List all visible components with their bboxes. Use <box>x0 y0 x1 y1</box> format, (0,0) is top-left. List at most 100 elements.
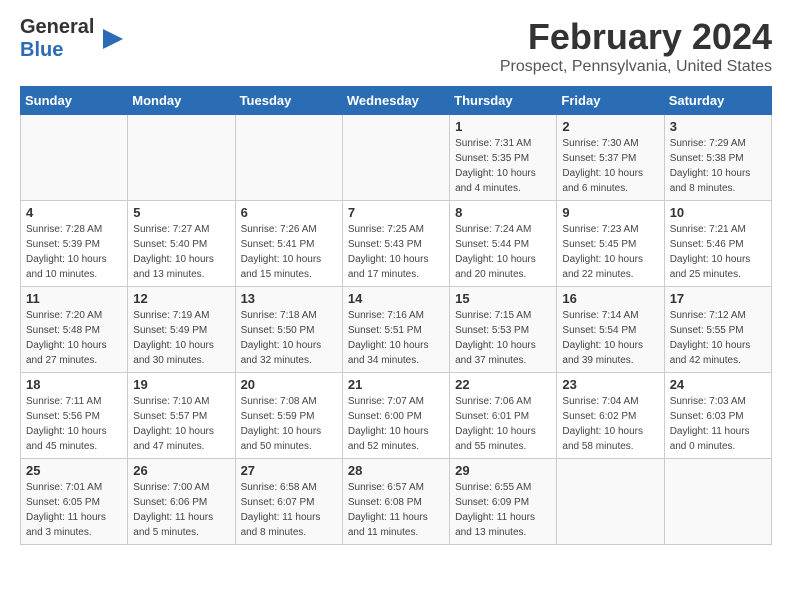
day-info: Sunrise: 7:07 AM Sunset: 6:00 PM Dayligh… <box>348 394 444 454</box>
day-number: 4 <box>26 205 122 220</box>
day-number: 28 <box>348 463 444 478</box>
day-number: 22 <box>455 377 551 392</box>
calendar-cell: 4 Sunrise: 7:28 AM Sunset: 5:39 PM Daylig… <box>21 201 128 287</box>
calendar-cell: 8 Sunrise: 7:24 AM Sunset: 5:44 PM Daylig… <box>450 201 557 287</box>
calendar-cell <box>664 459 771 545</box>
day-number: 18 <box>26 377 122 392</box>
day-number: 11 <box>26 291 122 306</box>
day-info: Sunrise: 7:30 AM Sunset: 5:37 PM Dayligh… <box>562 136 658 196</box>
day-number: 3 <box>670 119 766 134</box>
calendar-cell: 14 Sunrise: 7:16 AM Sunset: 5:51 PM Dayli… <box>342 287 449 373</box>
day-info: Sunrise: 7:10 AM Sunset: 5:57 PM Dayligh… <box>133 394 229 454</box>
page-title: February 2024 <box>500 16 772 58</box>
weekday-header-sunday: Sunday <box>21 87 128 115</box>
calendar-cell: 10 Sunrise: 7:21 AM Sunset: 5:46 PM Dayli… <box>664 201 771 287</box>
day-number: 20 <box>241 377 337 392</box>
day-number: 26 <box>133 463 229 478</box>
calendar-cell <box>21 115 128 201</box>
day-info: Sunrise: 7:12 AM Sunset: 5:55 PM Dayligh… <box>670 308 766 368</box>
weekday-header-tuesday: Tuesday <box>235 87 342 115</box>
calendar-week-1: 1Sunrise: 7:31 AM Sunset: 5:35 PM Daylig… <box>21 115 772 201</box>
calendar-cell: 19 Sunrise: 7:10 AM Sunset: 5:57 PM Dayli… <box>128 373 235 459</box>
calendar-week-5: 25 Sunrise: 7:01 AM Sunset: 6:05 PM Dayli… <box>21 459 772 545</box>
day-number: 14 <box>348 291 444 306</box>
calendar-cell: 28 Sunrise: 6:57 AM Sunset: 6:08 PM Dayli… <box>342 459 449 545</box>
day-info: Sunrise: 7:20 AM Sunset: 5:48 PM Dayligh… <box>26 308 122 368</box>
title-area: February 2024 Prospect, Pennsylvania, Un… <box>500 16 772 76</box>
day-number: 9 <box>562 205 658 220</box>
day-info: Sunrise: 7:18 AM Sunset: 5:50 PM Dayligh… <box>241 308 337 368</box>
day-info: Sunrise: 7:15 AM Sunset: 5:53 PM Dayligh… <box>455 308 551 368</box>
day-info: Sunrise: 7:23 AM Sunset: 5:45 PM Dayligh… <box>562 222 658 282</box>
day-info: Sunrise: 6:57 AM Sunset: 6:08 PM Dayligh… <box>348 480 444 540</box>
calendar-cell: 25 Sunrise: 7:01 AM Sunset: 6:05 PM Dayli… <box>21 459 128 545</box>
calendar-cell: 5 Sunrise: 7:27 AM Sunset: 5:40 PM Daylig… <box>128 201 235 287</box>
weekday-header-saturday: Saturday <box>664 87 771 115</box>
day-number: 16 <box>562 291 658 306</box>
day-number: 1 <box>455 119 551 134</box>
calendar-cell: 9 Sunrise: 7:23 AM Sunset: 5:45 PM Daylig… <box>557 201 664 287</box>
calendar-cell: 16 Sunrise: 7:14 AM Sunset: 5:54 PM Dayli… <box>557 287 664 373</box>
day-number: 23 <box>562 377 658 392</box>
day-number: 19 <box>133 377 229 392</box>
calendar-week-3: 11 Sunrise: 7:20 AM Sunset: 5:48 PM Dayli… <box>21 287 772 373</box>
weekday-header-wednesday: Wednesday <box>342 87 449 115</box>
calendar-week-2: 4 Sunrise: 7:28 AM Sunset: 5:39 PM Daylig… <box>21 201 772 287</box>
day-info: Sunrise: 7:16 AM Sunset: 5:51 PM Dayligh… <box>348 308 444 368</box>
calendar-cell: 23 Sunrise: 7:04 AM Sunset: 6:02 PM Dayli… <box>557 373 664 459</box>
calendar-cell: 20 Sunrise: 7:08 AM Sunset: 5:59 PM Dayli… <box>235 373 342 459</box>
day-number: 10 <box>670 205 766 220</box>
weekday-header-monday: Monday <box>128 87 235 115</box>
day-info: Sunrise: 6:55 AM Sunset: 6:09 PM Dayligh… <box>455 480 551 540</box>
day-info: Sunrise: 7:11 AM Sunset: 5:56 PM Dayligh… <box>26 394 122 454</box>
day-number: 12 <box>133 291 229 306</box>
calendar-cell <box>235 115 342 201</box>
day-info: Sunrise: 7:26 AM Sunset: 5:41 PM Dayligh… <box>241 222 337 282</box>
calendar-cell: 7 Sunrise: 7:25 AM Sunset: 5:43 PM Daylig… <box>342 201 449 287</box>
day-number: 7 <box>348 205 444 220</box>
calendar-cell: 1Sunrise: 7:31 AM Sunset: 5:35 PM Daylig… <box>450 115 557 201</box>
calendar-cell <box>128 115 235 201</box>
page-subtitle: Prospect, Pennsylvania, United States <box>500 58 772 76</box>
calendar-cell: 3Sunrise: 7:29 AM Sunset: 5:38 PM Daylig… <box>664 115 771 201</box>
calendar-cell: 22 Sunrise: 7:06 AM Sunset: 6:01 PM Dayli… <box>450 373 557 459</box>
day-info: Sunrise: 7:08 AM Sunset: 5:59 PM Dayligh… <box>241 394 337 454</box>
calendar-cell <box>557 459 664 545</box>
calendar-cell: 21 Sunrise: 7:07 AM Sunset: 6:00 PM Dayli… <box>342 373 449 459</box>
calendar-cell: 26 Sunrise: 7:00 AM Sunset: 6:06 PM Dayli… <box>128 459 235 545</box>
calendar-header: SundayMondayTuesdayWednesdayThursdayFrid… <box>21 87 772 115</box>
weekday-header-friday: Friday <box>557 87 664 115</box>
day-info: Sunrise: 7:19 AM Sunset: 5:49 PM Dayligh… <box>133 308 229 368</box>
day-info: Sunrise: 7:06 AM Sunset: 6:01 PM Dayligh… <box>455 394 551 454</box>
day-info: Sunrise: 7:28 AM Sunset: 5:39 PM Dayligh… <box>26 222 122 282</box>
day-info: Sunrise: 7:21 AM Sunset: 5:46 PM Dayligh… <box>670 222 766 282</box>
day-info: Sunrise: 7:00 AM Sunset: 6:06 PM Dayligh… <box>133 480 229 540</box>
day-info: Sunrise: 7:04 AM Sunset: 6:02 PM Dayligh… <box>562 394 658 454</box>
calendar-table: SundayMondayTuesdayWednesdayThursdayFrid… <box>20 86 772 545</box>
day-info: Sunrise: 7:25 AM Sunset: 5:43 PM Dayligh… <box>348 222 444 282</box>
calendar-cell: 15Sunrise: 7:15 AM Sunset: 5:53 PM Dayli… <box>450 287 557 373</box>
day-info: Sunrise: 7:27 AM Sunset: 5:40 PM Dayligh… <box>133 222 229 282</box>
logo: General Blue <box>20 16 128 62</box>
calendar-cell: 12 Sunrise: 7:19 AM Sunset: 5:49 PM Dayli… <box>128 287 235 373</box>
calendar-body: 1Sunrise: 7:31 AM Sunset: 5:35 PM Daylig… <box>21 115 772 545</box>
calendar-cell: 29 Sunrise: 6:55 AM Sunset: 6:09 PM Dayli… <box>450 459 557 545</box>
day-info: Sunrise: 7:14 AM Sunset: 5:54 PM Dayligh… <box>562 308 658 368</box>
day-number: 21 <box>348 377 444 392</box>
calendar-cell: 13 Sunrise: 7:18 AM Sunset: 5:50 PM Dayli… <box>235 287 342 373</box>
day-number: 27 <box>241 463 337 478</box>
day-number: 17 <box>670 291 766 306</box>
day-info: Sunrise: 7:24 AM Sunset: 5:44 PM Dayligh… <box>455 222 551 282</box>
day-number: 5 <box>133 205 229 220</box>
header: General Blue February 2024 Prospect, Pen… <box>20 16 772 76</box>
logo-icon <box>98 24 128 54</box>
day-number: 24 <box>670 377 766 392</box>
day-number: 6 <box>241 205 337 220</box>
weekday-header-thursday: Thursday <box>450 87 557 115</box>
day-number: 13 <box>241 291 337 306</box>
day-info: Sunrise: 7:03 AM Sunset: 6:03 PM Dayligh… <box>670 394 766 454</box>
day-number: 25 <box>26 463 122 478</box>
day-number: 8 <box>455 205 551 220</box>
day-number: 29 <box>455 463 551 478</box>
day-info: Sunrise: 7:01 AM Sunset: 6:05 PM Dayligh… <box>26 480 122 540</box>
